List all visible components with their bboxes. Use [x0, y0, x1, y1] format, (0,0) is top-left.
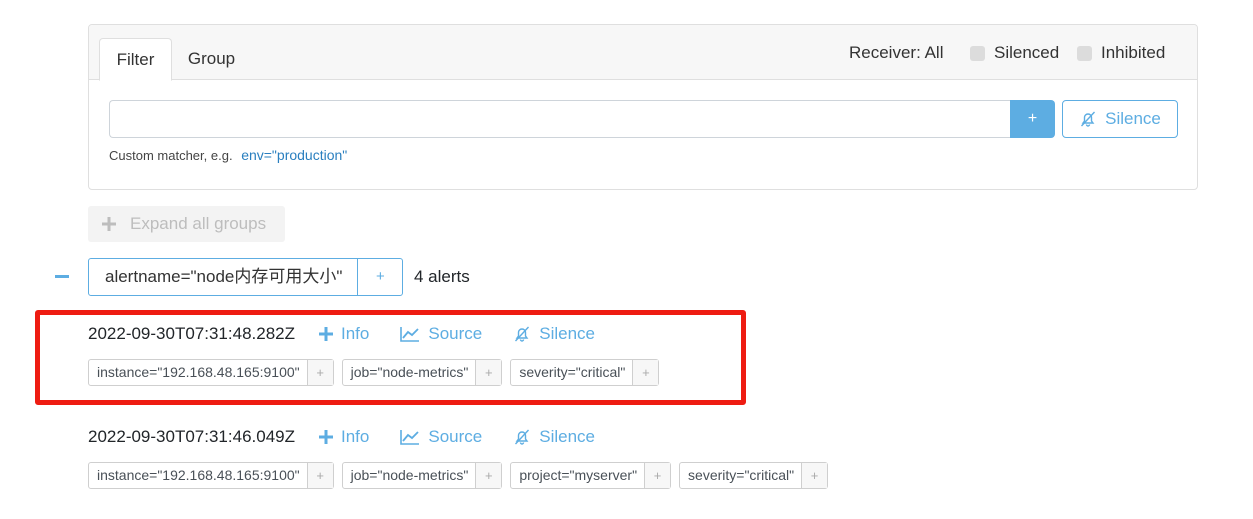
label-chip: instance="192.168.48.165:9100" +	[88, 462, 334, 489]
alert-labels: instance="192.168.48.165:9100" + job="no…	[88, 462, 829, 489]
bell-slash-icon	[1081, 111, 1096, 127]
info-button[interactable]: Info	[319, 427, 369, 447]
expand-all-groups-button[interactable]: Expand all groups	[88, 206, 285, 242]
silence-alert-button[interactable]: Silence	[513, 427, 595, 447]
source-link[interactable]: Source	[400, 427, 482, 447]
inhibited-checkbox-box[interactable]	[1077, 45, 1092, 61]
label-chip-add-button[interactable]: +	[801, 463, 828, 488]
source-label: Source	[428, 427, 483, 446]
inhibited-checkbox[interactable]: Inhibited	[1077, 43, 1165, 63]
highlight-annotation-box	[35, 310, 746, 405]
filter-card-header: Filter Group Receiver: All Silenced Inhi…	[89, 25, 1197, 81]
label-chip-text[interactable]: project="myserver"	[511, 463, 644, 488]
label-chip: job="node-metrics" +	[341, 462, 503, 489]
label-chip-text[interactable]: instance="192.168.48.165:9100"	[89, 463, 307, 488]
silence-button-label: Silence	[1105, 109, 1161, 128]
label-chip-text[interactable]: job="node-metrics"	[343, 463, 476, 488]
plus-icon	[319, 430, 333, 444]
label-chip: severity="critical" +	[679, 462, 829, 489]
silenced-checkbox-box[interactable]	[970, 45, 985, 61]
add-matcher-button[interactable]: +	[1010, 100, 1055, 138]
group-label-text[interactable]: alertname="node内存可用大小"	[89, 259, 359, 295]
silenced-label: Silenced	[994, 43, 1060, 62]
alert-row: 2022-09-30T07:31:46.049Z Info Source Sil…	[88, 427, 626, 447]
hint-text: Custom matcher, e.g.	[109, 148, 233, 163]
tab-filter[interactable]: Filter	[99, 38, 172, 81]
hint-example-link[interactable]: env="production"	[241, 147, 347, 163]
info-label: Info	[341, 427, 370, 446]
alert-count: 4 alerts	[414, 267, 470, 286]
silence-alert-label: Silence	[539, 427, 595, 446]
label-chip: project="myserver" +	[510, 462, 672, 489]
inhibited-label: Inhibited	[1101, 43, 1166, 62]
alert-timestamp: 2022-09-30T07:31:46.049Z	[88, 427, 295, 446]
label-chip-add-button[interactable]: +	[644, 463, 671, 488]
matcher-hint: Custom matcher, e.g. env="production"	[109, 147, 347, 163]
group-label: alertname="node内存可用大小" +	[88, 258, 404, 296]
group-label-add-button[interactable]: +	[358, 259, 402, 295]
line-chart-icon	[400, 430, 420, 445]
filter-input[interactable]	[109, 100, 1010, 138]
label-chip-add-button[interactable]: +	[475, 463, 502, 488]
filter-card: Filter Group Receiver: All Silenced Inhi…	[88, 24, 1198, 190]
receiver-select[interactable]: Receiver: All	[849, 43, 943, 63]
expand-all-groups-label: Expand all groups	[130, 214, 267, 233]
silenced-checkbox[interactable]: Silenced	[970, 43, 1059, 63]
plus-icon	[102, 217, 116, 231]
silence-button[interactable]: Silence	[1062, 100, 1178, 138]
tab-group[interactable]: Group	[174, 38, 249, 80]
label-chip-add-button[interactable]: +	[306, 463, 333, 488]
bell-slash-icon	[515, 429, 530, 445]
collapse-group-icon[interactable]	[55, 275, 69, 278]
label-chip-text[interactable]: severity="critical"	[680, 463, 801, 488]
